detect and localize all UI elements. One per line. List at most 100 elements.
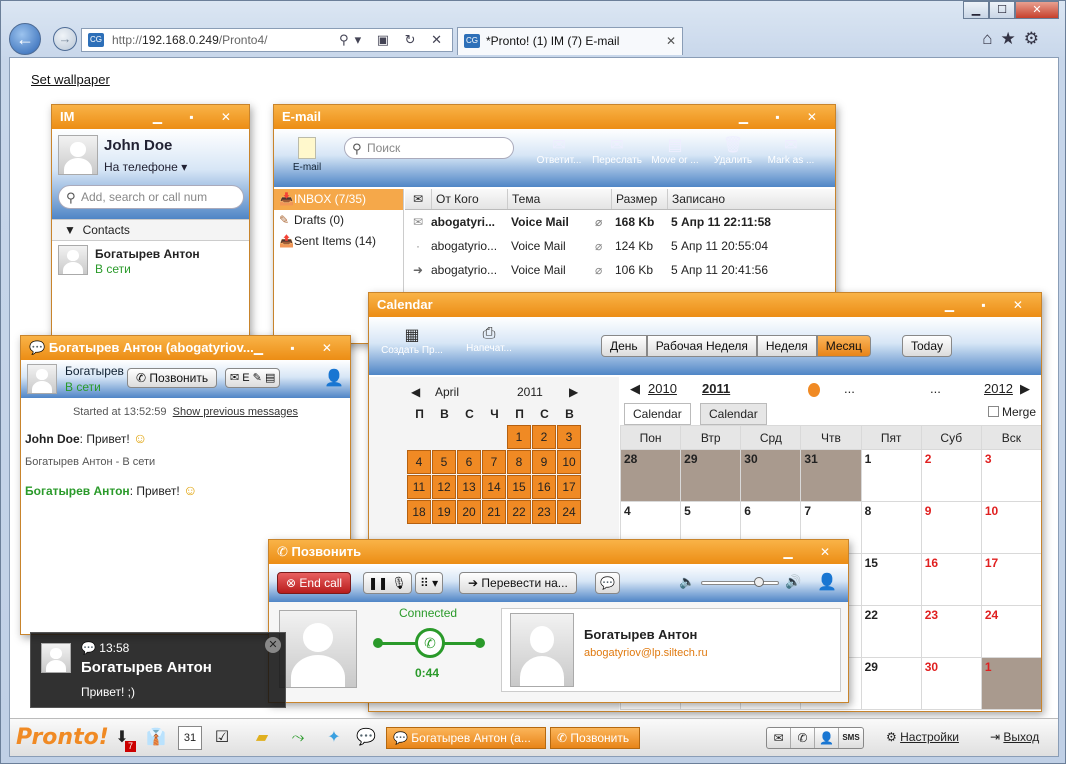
month-day-cell[interactable]: 22 xyxy=(860,605,922,658)
month-day-cell[interactable]: 29 xyxy=(860,657,922,710)
view-month[interactable]: Месяц xyxy=(816,335,871,357)
mini-day[interactable]: 3 xyxy=(557,425,581,449)
mini-day[interactable]: 24 xyxy=(557,500,581,524)
calendar-titlebar[interactable]: Calendar ▁ ▪ ✕ xyxy=(369,293,1041,317)
month-day-cell[interactable]: 15 xyxy=(860,553,922,606)
phone-icon[interactable]: ✆ xyxy=(791,728,815,748)
mini-day[interactable]: 10 xyxy=(557,450,581,474)
tasks-icon[interactable]: ☑ xyxy=(210,726,234,750)
logout-link[interactable]: ⇥ Выход xyxy=(990,730,1039,744)
move-button[interactable]: ▤ Move or ... xyxy=(650,135,700,166)
mini-day[interactable]: 17 xyxy=(557,475,581,499)
taskbar-call-button[interactable]: ✆ Позвонить xyxy=(550,727,640,749)
month-day-cell[interactable]: 1 xyxy=(980,657,1041,710)
call-window-controls[interactable]: ▁ ✕ xyxy=(783,540,842,564)
user-avatar[interactable] xyxy=(58,135,98,175)
folder-drafts[interactable]: ✎ Drafts (0) xyxy=(274,210,403,231)
calendar-tab-1[interactable]: Calendar xyxy=(624,403,691,425)
year-next[interactable]: 2012 xyxy=(984,377,1013,401)
address-tools[interactable]: ⚲▾ ▣ ↻ ✕ xyxy=(339,29,448,51)
month-day-cell[interactable]: 30 xyxy=(920,657,982,710)
month-day-cell[interactable]: 29 xyxy=(680,449,742,502)
month-day-cell[interactable]: 23 xyxy=(920,605,982,658)
view-workweek[interactable]: Рабочая Неделя xyxy=(646,335,757,357)
chat-icon[interactable]: 💬 xyxy=(354,726,378,750)
mail-icon[interactable]: ✉ xyxy=(767,728,791,748)
mini-day[interactable]: 9 xyxy=(532,450,556,474)
chat-actions-group[interactable]: ✉ E ✎ ▤ xyxy=(225,368,281,388)
year-slider-thumb[interactable] xyxy=(808,383,820,397)
col-subject[interactable]: Тема xyxy=(507,189,611,209)
email-search-input[interactable]: Поиск xyxy=(344,137,514,159)
col-from[interactable]: От Кого xyxy=(431,189,507,209)
chat-call-button[interactable]: ✆ Позвонить xyxy=(127,368,218,388)
volume-slider[interactable] xyxy=(701,577,779,587)
mini-day[interactable]: 20 xyxy=(457,500,481,524)
im-window-controls[interactable]: ▁ ▪ ✕ xyxy=(153,105,243,129)
mini-day[interactable]: 4 xyxy=(407,450,431,474)
contacts-group-header[interactable]: ▼ Contacts xyxy=(52,219,249,241)
col-date[interactable]: Записано xyxy=(667,189,817,209)
maximize-button[interactable]: ☐ xyxy=(989,1,1015,19)
mini-day[interactable]: 5 xyxy=(432,450,456,474)
mini-day[interactable]: 6 xyxy=(457,450,481,474)
email-titlebar[interactable]: E-mail ▁ ▪ ✕ xyxy=(274,105,835,129)
tab-close-icon[interactable]: ✕ xyxy=(666,28,676,54)
call-titlebar[interactable]: ✆ Позвонить ▁ ✕ xyxy=(269,540,848,564)
new-email-button[interactable]: E-mail xyxy=(292,137,322,173)
chat-titlebar[interactable]: 💬 Богатырев Антон (abogatyriov... ▁ ▪ ✕ xyxy=(21,336,350,360)
message-row[interactable]: ✉ abogatyri... Voice Mail ⌀ 168 Kb 5 Апр… xyxy=(405,210,835,234)
month-day-cell[interactable]: 17 xyxy=(980,553,1041,606)
message-row[interactable]: · abogatyrio... Voice Mail ⌀ 124 Kb 5 Ап… xyxy=(405,234,835,258)
dialpad-button[interactable]: ⠿ ▾ xyxy=(415,572,444,594)
contact-item[interactable]: Богатырев Антон В сети xyxy=(52,241,249,281)
year-prev[interactable]: 2010 xyxy=(648,377,677,401)
transfer-button[interactable]: ➔ Перевести на... xyxy=(459,572,577,594)
mini-day[interactable]: 23 xyxy=(532,500,556,524)
today-button[interactable]: Today xyxy=(902,335,953,357)
mini-day[interactable]: 7 xyxy=(482,450,506,474)
month-day-cell[interactable]: 24 xyxy=(980,605,1041,658)
mini-day[interactable]: 8 xyxy=(507,450,531,474)
home-icon[interactable]: ⌂ xyxy=(982,29,1000,48)
view-day[interactable]: День xyxy=(601,335,647,357)
user-status-select[interactable]: На телефоне ▾ xyxy=(104,160,187,174)
col-size[interactable]: Размер xyxy=(611,189,667,209)
chat-contact-avatar[interactable] xyxy=(27,364,57,394)
settings-gear-icon[interactable]: ⚙ xyxy=(1024,29,1047,48)
reply-button[interactable]: ✉ Ответит... xyxy=(534,135,584,166)
add-contact-icon[interactable]: 👤 xyxy=(324,368,344,388)
share-icon[interactable]: ⤳ xyxy=(286,726,310,750)
voicemail-icon[interactable]: ⬇ 7 xyxy=(110,726,136,752)
mini-day[interactable]: 14 xyxy=(482,475,506,499)
contacts-icon[interactable]: 👔 xyxy=(144,726,168,750)
volume-thumb[interactable] xyxy=(754,577,764,587)
chat-window-controls[interactable]: ▁ ▪ ✕ xyxy=(254,336,344,360)
mini-prev-icon[interactable]: ◀ xyxy=(411,377,420,407)
month-day-cell[interactable]: 9 xyxy=(920,501,982,554)
mini-day[interactable]: 18 xyxy=(407,500,431,524)
mini-day[interactable]: 22 xyxy=(507,500,531,524)
month-day-cell[interactable]: 30 xyxy=(740,449,802,502)
im-search-input[interactable]: Add, search or call num xyxy=(58,185,244,209)
set-wallpaper-link[interactable]: Set wallpaper xyxy=(31,72,110,87)
month-day-cell[interactable]: 2 xyxy=(920,449,982,502)
browser-tab[interactable]: CG *Pronto! (1) IM (7) E-mail ✕ xyxy=(457,27,683,55)
month-day-cell[interactable]: 16 xyxy=(920,553,982,606)
call-chat-button[interactable]: 💬 xyxy=(595,572,620,594)
notification-toast[interactable]: 💬 13:58 Богатырев Антон Привет! ;) ✕ xyxy=(30,632,286,708)
calendar-tab-2[interactable]: Calendar xyxy=(700,403,767,425)
mini-next-icon[interactable]: ▶ xyxy=(569,377,578,407)
mini-day[interactable]: 12 xyxy=(432,475,456,499)
delete-button[interactable]: 🗑 Удалить xyxy=(708,135,758,166)
year-next-icon[interactable]: ▶ xyxy=(1020,377,1030,401)
month-day-cell[interactable]: 3 xyxy=(980,449,1041,502)
toast-close-icon[interactable]: ✕ xyxy=(265,637,281,653)
calendar-icon[interactable]: 31 xyxy=(178,726,202,750)
month-day-cell[interactable]: 28 xyxy=(619,449,682,502)
month-day-cell[interactable]: 8 xyxy=(860,501,922,554)
year-prev-icon[interactable]: ◀ xyxy=(630,377,640,401)
mini-day[interactable]: 19 xyxy=(432,500,456,524)
twitter-icon[interactable]: ✦ xyxy=(322,726,346,750)
add-participant-icon[interactable]: 👤 xyxy=(817,572,837,592)
